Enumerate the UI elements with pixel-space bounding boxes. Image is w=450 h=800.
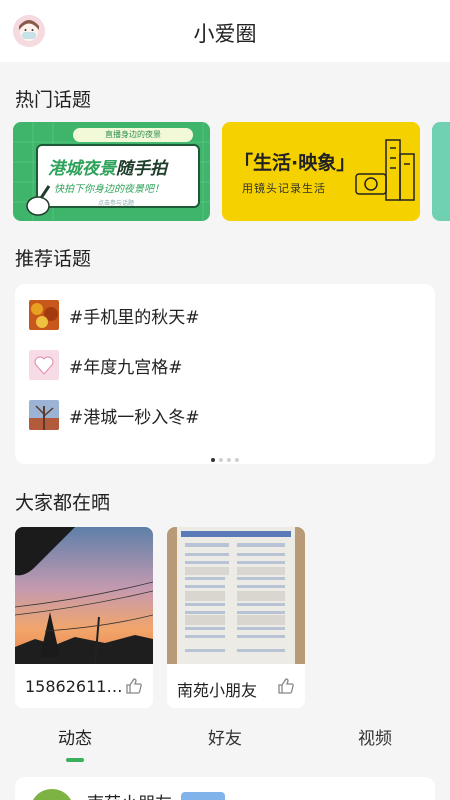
active-tab-indicator: [66, 758, 84, 762]
recommended-topics-heading: 推荐话题: [15, 248, 92, 270]
app-title: 小爱圈: [193, 22, 257, 46]
tab-videos[interactable]: 视频: [335, 724, 415, 749]
recommended-topics-card: #手机里的秋天# #年度九宫格# #港城一秒入冬#: [15, 284, 435, 464]
card-title: 「生活·映象」: [234, 152, 356, 174]
recommended-topic-item[interactable]: #手机里的秋天#: [29, 300, 419, 330]
everyone-sharing-heading: 大家都在晒: [15, 492, 111, 514]
page-dot: [211, 458, 215, 462]
nine-grid-thumbnail: [29, 350, 59, 380]
hot-topic-card-night-view[interactable]: 直播身边的夜景 港城夜景随手拍 快拍下你身边的夜景吧！ 点击参与话题: [13, 122, 210, 221]
camera-buildings-icon: [355, 139, 415, 201]
top-bar: 小爱圈: [0, 0, 450, 62]
thumbs-up-icon[interactable]: [125, 677, 143, 695]
hot-topic-card-life-image[interactable]: 「生活·映象」 用镜头记录生活: [222, 122, 420, 221]
page-dot: [227, 458, 231, 462]
autumn-leaves-thumbnail: [29, 300, 59, 330]
card-small-text: 点击参与话题: [98, 200, 135, 207]
card-subtitle: 快拍下你身边的夜景吧！: [54, 184, 164, 195]
tab-friends[interactable]: 好友: [185, 724, 265, 749]
topic-label: #年度九宫格#: [69, 358, 183, 378]
page-dot: [219, 458, 223, 462]
recommended-topic-item[interactable]: #年度九宫格#: [29, 350, 419, 380]
card-title: 港城夜景随手拍: [48, 154, 167, 179]
author-badge: [181, 792, 225, 800]
hand-pencil-icon: [26, 185, 51, 216]
newspaper-photo: [167, 527, 305, 664]
topic-label: #港城一秒入冬#: [69, 408, 200, 428]
post-caption: 15862611…: [25, 677, 123, 696]
post-author-name[interactable]: 南苑小朋友: [87, 789, 172, 800]
card-panel: 港城夜景随手拍 快拍下你身边的夜景吧！ 点击参与话题: [36, 144, 200, 208]
thumbs-up-icon[interactable]: [277, 677, 295, 695]
recommended-topic-item[interactable]: #港城一秒入冬#: [29, 400, 419, 430]
carousel-page-indicator: [15, 447, 435, 466]
card-tag: 直播身边的夜景: [73, 128, 193, 142]
shared-post-card[interactable]: 15862611…: [15, 527, 153, 708]
post-caption: 南苑小朋友: [177, 681, 258, 700]
page-dot: [235, 458, 239, 462]
tab-dynamic[interactable]: 动态: [35, 724, 115, 749]
topic-label: #手机里的秋天#: [69, 308, 200, 328]
winter-tree-thumbnail: [29, 400, 59, 430]
shared-post-card[interactable]: 南苑小朋友: [167, 527, 305, 708]
hot-topics-carousel[interactable]: 直播身边的夜景 港城夜景随手拍 快拍下你身边的夜景吧！ 点击参与话题 「生活·映…: [0, 122, 450, 222]
post-author-avatar[interactable]: [30, 789, 74, 800]
card-subtitle: 用镜头记录生活: [242, 182, 326, 195]
card-title-green: 港城夜景: [48, 159, 116, 179]
hot-topic-card-partial[interactable]: [432, 122, 450, 221]
card-title-dark: 随手拍: [116, 159, 167, 179]
hot-topics-heading: 热门话题: [15, 89, 92, 111]
feed-post-card[interactable]: 南苑小朋友: [15, 777, 435, 800]
sunset-photo: [15, 527, 153, 664]
feed-tabs: 动态 好友 视频: [0, 720, 450, 764]
